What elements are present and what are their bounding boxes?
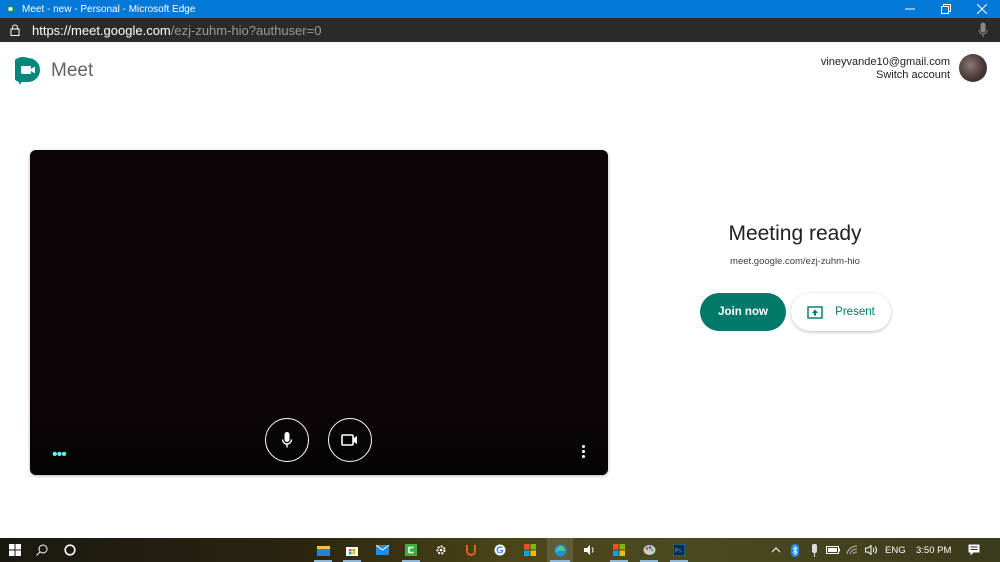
avatar[interactable] <box>959 54 987 82</box>
taskbar-paint[interactable] <box>637 538 661 562</box>
store-icon <box>346 547 358 556</box>
window-title: Meet - new - Personal - Microsoft Edge <box>22 3 196 15</box>
restore-button[interactable] <box>928 0 964 18</box>
microphone-icon <box>811 543 817 557</box>
clock[interactable]: 3:50 PM <box>916 538 951 562</box>
join-actions: Join now Present <box>700 293 891 331</box>
meet-logo[interactable]: Meet <box>15 57 93 85</box>
taskbar-office[interactable] <box>607 538 631 562</box>
cortana-button[interactable] <box>58 538 82 562</box>
search-button[interactable] <box>30 538 54 562</box>
app-u-icon <box>466 545 476 556</box>
taskbar-camtasia[interactable] <box>399 538 423 562</box>
paint-palette-icon <box>643 545 655 555</box>
folder-icon <box>316 545 330 556</box>
mail-icon <box>375 545 389 555</box>
google-icon <box>494 544 506 556</box>
wifi-tray-button[interactable] <box>842 538 862 562</box>
battery-tray-button[interactable] <box>823 538 843 562</box>
meeting-ready-panel: Meeting ready meet.google.com/ezj-zuhm-h… <box>690 222 900 331</box>
camtasia-icon <box>405 544 417 556</box>
taskbar-app-u[interactable] <box>459 538 483 562</box>
microphone-toggle-button[interactable] <box>265 418 309 462</box>
show-hidden-icons-button[interactable] <box>765 538 787 562</box>
language-indicator[interactable]: ENG <box>885 538 906 562</box>
minimize-button[interactable] <box>892 0 928 18</box>
camera-toggle-button[interactable] <box>328 418 372 462</box>
address-bar[interactable]: https://meet.google.com/ezj-zuhm-hio?aut… <box>0 18 1000 42</box>
visual-effects-icon[interactable]: ••• <box>52 447 67 463</box>
search-icon <box>36 544 48 556</box>
svg-text:Ps: Ps <box>675 549 682 555</box>
meeting-ready-title: Meeting ready <box>728 222 862 245</box>
present-button[interactable]: Present <box>791 293 891 331</box>
taskbar-file-explorer[interactable] <box>311 538 335 562</box>
minimize-icon <box>905 8 915 10</box>
meet-logo-text: Meet <box>51 60 94 81</box>
notification-icon <box>968 544 980 556</box>
bluetooth-icon <box>791 543 799 557</box>
present-screen-icon <box>807 305 823 319</box>
action-center-button[interactable] <box>962 538 986 562</box>
more-options-icon[interactable] <box>582 445 588 460</box>
taskbar-photoshop[interactable]: Ps <box>667 538 691 562</box>
microphone-icon[interactable] <box>978 22 988 38</box>
present-label: Present <box>835 306 875 318</box>
speaker-icon <box>864 545 877 555</box>
meet-header: Meet vineyvande10@gmail.com Switch accou… <box>0 42 1000 102</box>
cortana-icon <box>64 544 76 556</box>
windows-taskbar: Ps ENG 3:50 PM <box>0 538 1000 562</box>
taskbar-volume-app[interactable] <box>578 538 602 562</box>
restore-icon <box>941 4 951 14</box>
join-now-button[interactable]: Join now <box>700 293 786 331</box>
video-camera-icon <box>341 434 357 446</box>
taskbar-microsoft-windows[interactable] <box>518 538 542 562</box>
switch-account-link[interactable]: Switch account <box>821 69 950 82</box>
close-icon <box>977 4 987 14</box>
start-button[interactable] <box>3 538 27 562</box>
microphone-tray-button[interactable] <box>804 538 824 562</box>
video-preview: ••• <box>30 150 608 475</box>
meet-app-icon <box>6 4 16 14</box>
meet-logo-icon <box>15 57 40 85</box>
speaker-icon <box>584 545 594 555</box>
taskbar-microsoft-store[interactable] <box>340 538 364 562</box>
taskbar-settings[interactable] <box>429 538 453 562</box>
taskbar-google-chrome[interactable] <box>488 538 512 562</box>
url-text[interactable]: https://meet.google.com/ezj-zuhm-hio?aut… <box>32 23 321 38</box>
wifi-icon <box>846 545 858 555</box>
microphone-icon <box>281 432 293 448</box>
bluetooth-tray-button[interactable] <box>785 538 805 562</box>
account-email: vineyvande10@gmail.com <box>820 56 950 68</box>
taskbar-microsoft-edge[interactable] <box>547 538 573 562</box>
window-titlebar: Meet - new - Personal - Microsoft Edge <box>0 0 1000 18</box>
meeting-url: meet.google.com/ezj-zuhm-hio <box>730 256 860 267</box>
windows-logo-icon <box>9 544 21 556</box>
chevron-up-icon <box>771 547 781 553</box>
preview-shade <box>30 385 608 475</box>
volume-tray-button[interactable] <box>861 538 881 562</box>
account-info: vineyvande10@gmail.com Switch account <box>821 56 950 82</box>
lock-icon <box>10 24 20 36</box>
microsoft-logo-icon <box>524 544 536 556</box>
battery-icon <box>826 546 840 554</box>
photoshop-icon: Ps <box>673 544 685 556</box>
edge-icon <box>554 544 566 556</box>
close-button[interactable] <box>964 0 1000 18</box>
office-icon <box>613 544 625 556</box>
gear-icon <box>436 545 446 555</box>
taskbar-mail[interactable] <box>370 538 394 562</box>
